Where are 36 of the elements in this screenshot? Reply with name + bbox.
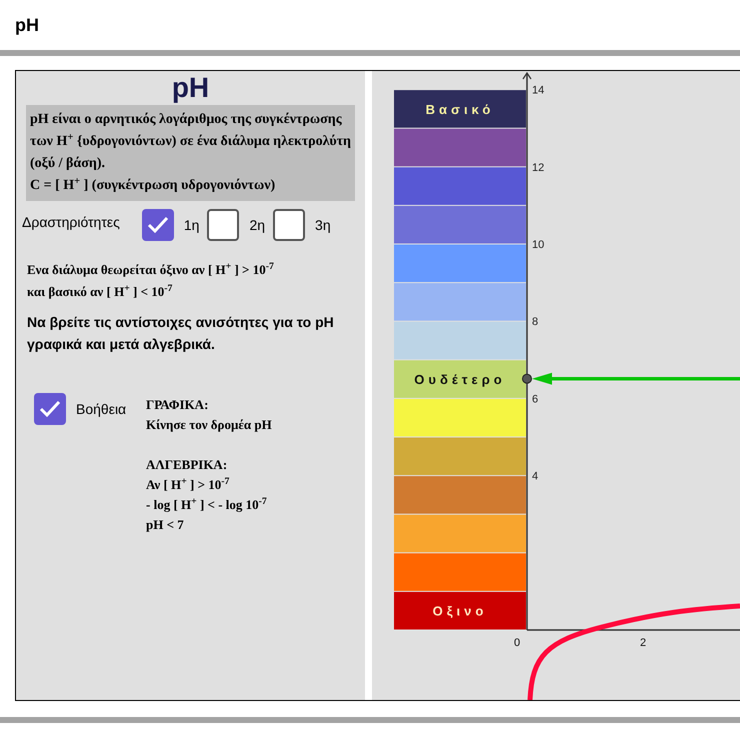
activity-title: pH — [172, 72, 210, 104]
checkbox[interactable] — [142, 209, 174, 241]
y-tick-label: 10 — [532, 239, 544, 251]
checkbox[interactable] — [34, 393, 66, 425]
y-tick-label: 4 — [532, 470, 538, 483]
band-label: Ουδέτερο — [414, 372, 506, 388]
page-title: pH — [15, 14, 39, 37]
x-tick-label: 2 — [640, 637, 646, 649]
y-tick-label: 8 — [532, 316, 538, 328]
statement-text: Ενα διάλυμα θεωρείται όξινο αν [ H$^{+}$ ] > 10$^{-7}$ — [27, 260, 275, 279]
statement-text: και βασικό αν [ H$^{+}$ ] < 10$^{-7}$ — [27, 282, 174, 301]
slider-point[interactable] — [522, 374, 532, 384]
checkbox[interactable] — [207, 209, 240, 241]
task-text: Να βρείτε τις αντίστοιχες ανισότητες για το pH γραφικά και μετά αλγεβρικά. — [27, 313, 335, 354]
help-text: - log [ H$^{+}$ ] < - log 10$^{-7}$ — [146, 495, 268, 514]
help-text: Κίνησε τον δρομέα pH — [146, 416, 272, 434]
x-tick-label: 0 — [514, 637, 520, 649]
y-tick-label: 14 — [532, 84, 544, 97]
band-label: Βασικό — [426, 102, 494, 117]
help-text: Αν [ H$^{+}$ ] > 10$^{-7}$ — [146, 475, 230, 494]
y-tick-label: 6 — [532, 393, 538, 406]
y-tick-label: 12 — [532, 162, 544, 174]
help-text: ΓΡΑΦΙΚΑ: — [146, 396, 210, 414]
activities-label: Δραστηριότητες — [22, 213, 120, 232]
checkmark-icon — [146, 216, 169, 234]
checkbox[interactable] — [273, 209, 306, 241]
help-text: ΑΛΓΕΒΡΙΚΑ: — [146, 456, 228, 474]
activity-option-label: 3η — [315, 216, 331, 235]
definition-text: pH είναι ο αρνητικός λογάριθμος της συγκέντρωσης των H$^{+}$ {υδρογονιόντων) σε ένα διάλυμα ηλεκτρολύτη (οξύ / βάση). — [30, 111, 351, 173]
band-label: Οξινο — [432, 604, 488, 619]
help-text: pH < 7 — [146, 516, 185, 534]
activity-option-label: 1η — [184, 216, 200, 235]
help-label: Βοήθεια — [76, 400, 126, 419]
definition-text: C = [ H$^{+}$ ] (συγκέντρωση υδρογονιόντων) — [30, 175, 276, 195]
checkmark-icon — [39, 400, 61, 418]
activity-option-label: 2η — [249, 216, 266, 235]
